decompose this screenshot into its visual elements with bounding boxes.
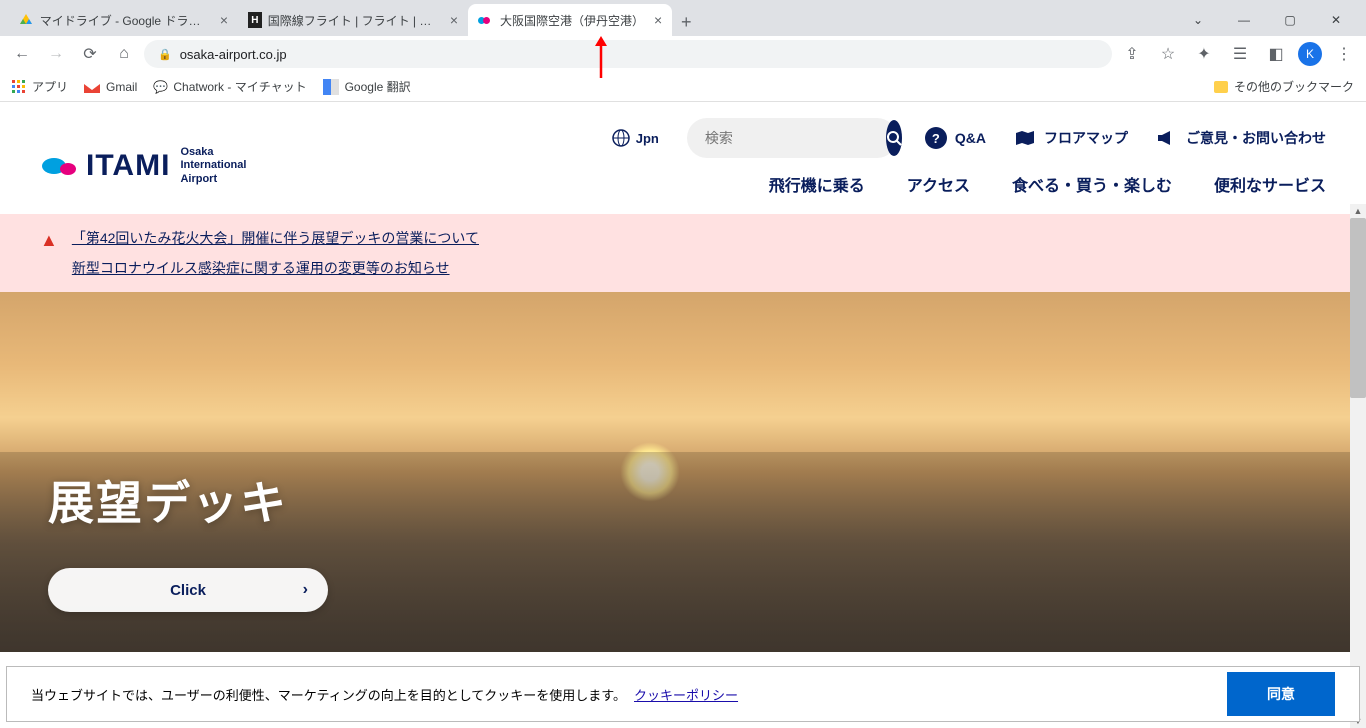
globe-icon	[612, 129, 630, 147]
hero-section: 展望デッキ Click ›	[0, 292, 1366, 652]
question-icon: ?	[925, 127, 947, 149]
hero-title: 展望デッキ	[48, 467, 288, 533]
tab-title: マイドライブ - Google ドライブ	[40, 12, 210, 29]
haneda-icon: H	[248, 12, 262, 28]
warning-icon: ▲	[40, 230, 58, 251]
main-nav: 飛行機に乗る アクセス 食べる・買う・楽しむ 便利なサービス	[769, 172, 1326, 214]
search-icon	[886, 130, 902, 146]
cookie-policy-link[interactable]: クッキーポリシー	[634, 685, 738, 704]
close-icon[interactable]: ×	[450, 12, 458, 28]
browser-tab[interactable]: マイドライブ - Google ドライブ ×	[8, 4, 238, 36]
logo-text: ITAMI	[86, 149, 170, 183]
share-icon[interactable]: ⇪	[1118, 40, 1146, 68]
browser-tab-strip: マイドライブ - Google ドライブ × H 国際線フライト | フライト …	[0, 0, 1366, 36]
translate-icon	[323, 79, 339, 95]
qa-link[interactable]: ? Q&A	[925, 127, 986, 149]
map-icon	[1014, 129, 1036, 147]
forward-button[interactable]: →	[42, 40, 70, 68]
chatwork-bookmark[interactable]: 💬 Chatwork - マイチャット	[153, 78, 306, 95]
contact-link[interactable]: ご意見・お問い合わせ	[1156, 128, 1326, 148]
new-tab-button[interactable]: +	[672, 8, 700, 36]
gmail-icon	[84, 81, 100, 93]
floormap-link[interactable]: フロアマップ	[1014, 128, 1128, 148]
url-text: osaka-airport.co.jp	[180, 47, 287, 62]
alert-banner: ▲ 「第42回いたみ花火大会」開催に伴う展望デッキの営業について 新型コロナウイ…	[0, 214, 1366, 292]
scroll-up-icon[interactable]: ▲	[1350, 204, 1366, 218]
menu-icon[interactable]: ⋮	[1330, 40, 1358, 68]
nav-access[interactable]: アクセス	[907, 172, 970, 196]
logo-mark	[40, 151, 80, 181]
language-selector[interactable]: Jpn	[612, 129, 659, 147]
site-header: ITAMI OsakaInternationalAirport Jpn	[0, 102, 1366, 214]
nav-flight[interactable]: 飛行機に乗る	[769, 172, 865, 196]
star-icon[interactable]: ☆	[1154, 40, 1182, 68]
tab-title: 大阪国際空港（伊丹空港）	[500, 12, 644, 29]
chatwork-icon: 💬	[153, 80, 167, 94]
search-button[interactable]	[886, 120, 902, 156]
logo-subtitle: OsakaInternationalAirport	[180, 146, 246, 186]
megaphone-icon	[1156, 129, 1178, 147]
site-logo[interactable]: ITAMI OsakaInternationalAirport	[40, 146, 246, 186]
vertical-scrollbar[interactable]: ▲ ▼	[1350, 204, 1366, 728]
search-box	[687, 118, 897, 158]
close-button[interactable]: ✕	[1314, 4, 1358, 36]
apps-button[interactable]: アプリ	[12, 78, 68, 95]
alert-link[interactable]: 新型コロナウイルス感染症に関する運用の変更等のお知らせ	[72, 258, 479, 278]
close-icon[interactable]: ×	[220, 12, 228, 28]
address-bar[interactable]: 🔒 osaka-airport.co.jp	[144, 40, 1112, 68]
itami-icon	[478, 12, 494, 28]
other-bookmarks[interactable]: その他のブックマーク	[1214, 78, 1354, 95]
maximize-button[interactable]: ▢	[1268, 4, 1312, 36]
browser-tab[interactable]: H 国際線フライト | フライト | 羽田空港 ×	[238, 4, 468, 36]
cookie-text: 当ウェブサイトでは、ユーザーの利便性、マーケティングの向上を目的としてクッキーを…	[31, 685, 626, 704]
cookie-agree-button[interactable]: 同意	[1227, 672, 1335, 716]
nav-service[interactable]: 便利なサービス	[1214, 172, 1326, 196]
search-input[interactable]	[705, 130, 886, 146]
translate-bookmark[interactable]: Google 翻訳	[323, 78, 411, 95]
hero-cta-button[interactable]: Click ›	[48, 568, 328, 612]
cookie-consent-bar: 当ウェブサイトでは、ユーザーの利便性、マーケティングの向上を目的としてクッキーを…	[6, 666, 1360, 722]
extensions-icon[interactable]: ✦	[1190, 40, 1218, 68]
avatar[interactable]: K	[1298, 42, 1322, 66]
bookmarks-bar: アプリ Gmail 💬 Chatwork - マイチャット Google 翻訳 …	[0, 72, 1366, 102]
lock-icon: 🔒	[158, 48, 172, 61]
folder-icon	[1214, 81, 1228, 93]
gmail-bookmark[interactable]: Gmail	[84, 80, 137, 94]
home-button[interactable]: ⌂	[110, 40, 138, 68]
scroll-thumb[interactable]	[1350, 218, 1366, 398]
drive-icon	[18, 12, 34, 28]
chevron-right-icon: ›	[303, 581, 308, 599]
chevron-down-icon[interactable]: ⌄	[1176, 4, 1220, 36]
browser-tab-active[interactable]: 大阪国際空港（伊丹空港） ×	[468, 4, 672, 36]
nav-dine[interactable]: 食べる・買う・楽しむ	[1012, 172, 1172, 196]
alert-link[interactable]: 「第42回いたみ花火大会」開催に伴う展望デッキの営業について	[72, 228, 479, 248]
tab-title: 国際線フライト | フライト | 羽田空港	[268, 12, 440, 29]
sidepanel-icon[interactable]: ◧	[1262, 40, 1290, 68]
back-button[interactable]: ←	[8, 40, 36, 68]
close-icon[interactable]: ×	[654, 12, 662, 28]
reload-button[interactable]: ⟳	[76, 40, 104, 68]
reading-list-icon[interactable]: ☰	[1226, 40, 1254, 68]
browser-toolbar: ← → ⟳ ⌂ 🔒 osaka-airport.co.jp ⇪ ☆ ✦ ☰ ◧ …	[0, 36, 1366, 72]
minimize-button[interactable]: —	[1222, 4, 1266, 36]
grid-icon	[12, 80, 26, 94]
